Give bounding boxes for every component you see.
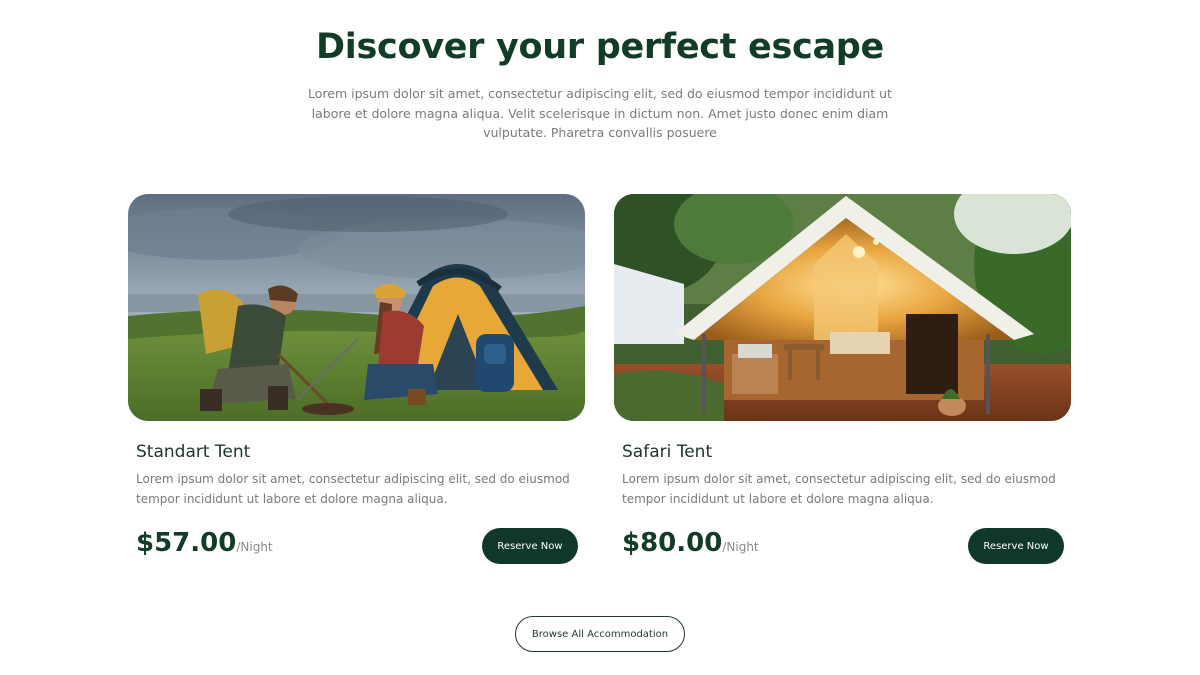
price-unit: /Night <box>236 540 273 554</box>
section-intro: Lorem ipsum dolor sit amet, consectetur … <box>308 86 892 140</box>
reserve-now-button[interactable]: Reserve Now <box>482 528 578 564</box>
card-description: Lorem ipsum dolor sit amet, consectetur … <box>622 472 1056 506</box>
accommodation-card-standard-tent: Standart Tent Lorem ipsum dolor sit amet… <box>128 194 585 564</box>
section-title: Discover your perfect escape <box>316 27 884 67</box>
price: $57.00/Night <box>136 528 273 558</box>
browse-all-accommodation-button[interactable]: Browse All Accommodation <box>515 616 685 652</box>
safari-tent-photo <box>614 194 1071 421</box>
reserve-now-button[interactable]: Reserve Now <box>968 528 1064 564</box>
card-title: Safari Tent <box>622 442 713 462</box>
accommodation-card-safari-tent: Safari Tent Lorem ipsum dolor sit amet, … <box>614 194 1071 564</box>
price-amount: $80.00 <box>622 528 723 558</box>
price-amount: $57.00 <box>136 528 237 558</box>
price-row: $80.00/Night Reserve Now <box>622 528 1064 564</box>
card-description: Lorem ipsum dolor sit amet, consectetur … <box>136 472 570 506</box>
price-unit: /Night <box>722 540 759 554</box>
standard-tent-photo <box>128 194 585 421</box>
card-title: Standart Tent <box>136 442 251 462</box>
price-row: $57.00/Night Reserve Now <box>136 528 578 564</box>
price: $80.00/Night <box>622 528 759 558</box>
accommodation-section: Discover your perfect escape Lorem ipsum… <box>0 0 1200 675</box>
